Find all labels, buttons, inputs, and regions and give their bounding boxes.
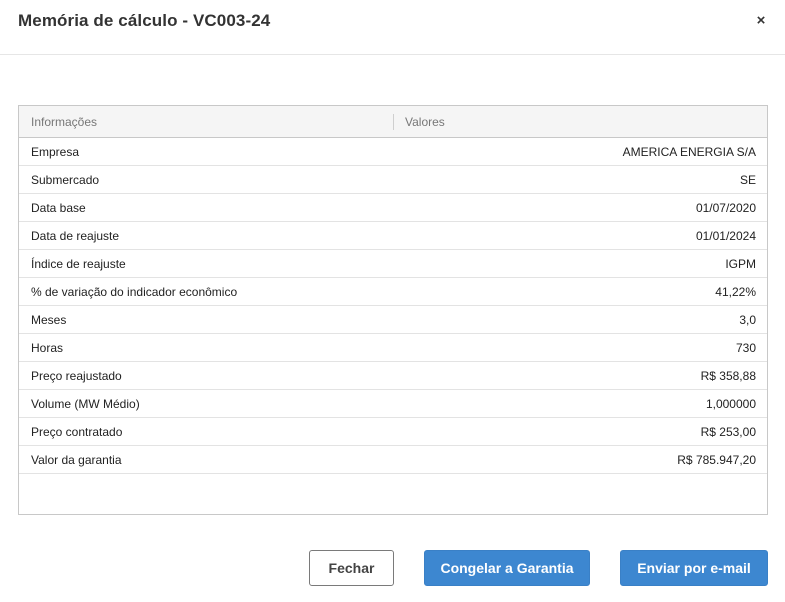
row-value: 01/07/2020	[695, 200, 756, 215]
table-row[interactable]: Meses 3,0	[19, 306, 767, 334]
table-row[interactable]: Preço reajustado R$ 358,88	[19, 362, 767, 390]
row-label: Preço reajustado	[31, 368, 122, 383]
calculation-grid: Informações Valores Empresa AMERICA ENER…	[18, 105, 768, 515]
row-value: AMERICA ENERGIA S/A	[622, 144, 756, 159]
row-label: Valor da garantia	[31, 452, 122, 467]
row-label: Submercado	[31, 172, 100, 187]
row-label: Volume (MW Médio)	[31, 396, 140, 411]
row-value: 3,0	[739, 312, 756, 327]
row-value: 41,22%	[715, 284, 756, 299]
grid-header: Informações Valores	[19, 106, 767, 138]
table-row[interactable]: Empresa AMERICA ENERGIA S/A	[19, 138, 767, 166]
row-label: Preço contratado	[31, 424, 123, 439]
table-row[interactable]: Data de reajuste 01/01/2024	[19, 222, 767, 250]
table-row[interactable]: % de variação do indicador econômico 41,…	[19, 278, 767, 306]
row-label: Horas	[31, 340, 64, 355]
table-row[interactable]: Preço contratado R$ 253,00	[19, 418, 767, 446]
table-row[interactable]: Índice de reajuste IGPM	[19, 250, 767, 278]
row-label: Data de reajuste	[31, 228, 120, 243]
column-header-valores[interactable]: Valores	[393, 115, 445, 129]
freeze-guarantee-button[interactable]: Congelar a Garantia	[424, 550, 590, 586]
row-value: R$ 253,00	[700, 424, 756, 439]
table-row[interactable]: Valor da garantia R$ 785.947,20	[19, 446, 767, 474]
table-row[interactable]: Data base 01/07/2020	[19, 194, 767, 222]
table-row[interactable]: Horas 730	[19, 334, 767, 362]
send-email-button[interactable]: Enviar por e-mail	[620, 550, 768, 586]
dialog-title: Memória de cálculo - VC003-24	[18, 11, 271, 30]
table-row[interactable]: Volume (MW Médio) 1,000000	[19, 390, 767, 418]
row-label: Índice de reajuste	[31, 256, 126, 271]
row-label: Empresa	[31, 144, 80, 159]
column-divider[interactable]	[393, 114, 394, 130]
row-label: % de variação do indicador econômico	[31, 284, 238, 299]
column-header-informacoes[interactable]: Informações	[19, 115, 393, 129]
row-value: 730	[735, 340, 756, 355]
row-value: R$ 785.947,20	[677, 452, 756, 467]
dialog-header: Memória de cálculo - VC003-24 ×	[0, 0, 785, 55]
table-row[interactable]: Submercado SE	[19, 166, 767, 194]
row-value: 1,000000	[705, 396, 756, 411]
row-value: IGPM	[725, 256, 756, 271]
row-value: SE	[739, 172, 756, 187]
close-button[interactable]: Fechar	[309, 550, 394, 586]
close-icon[interactable]: ×	[751, 10, 771, 30]
row-label: Meses	[31, 312, 67, 327]
row-label: Data base	[31, 200, 86, 215]
row-value: 01/01/2024	[695, 228, 756, 243]
row-value: R$ 358,88	[700, 368, 756, 383]
